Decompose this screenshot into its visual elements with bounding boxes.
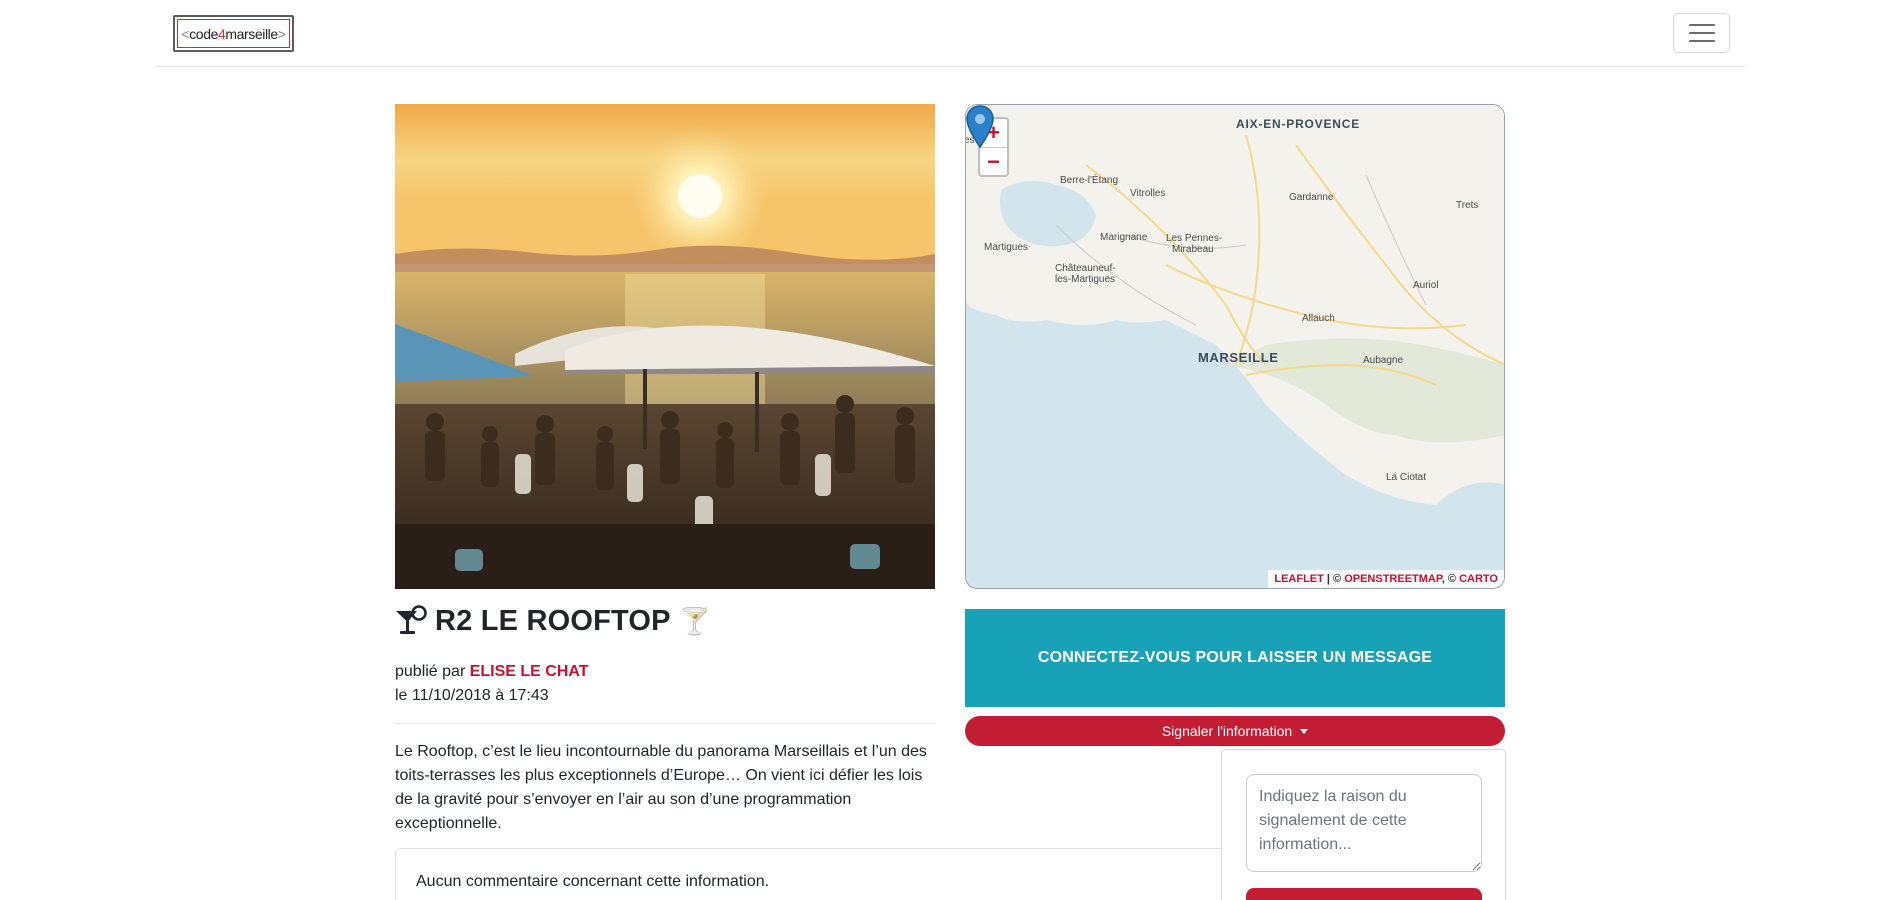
map-label-chateauneuf: Châteauneuf- xyxy=(1055,263,1116,274)
logo-open-bracket: < xyxy=(181,25,190,42)
site-logo[interactable]: < code 4 marseille > xyxy=(173,15,294,52)
map-label-berre: Berre-l'Étang xyxy=(1060,175,1119,186)
report-submit-button[interactable] xyxy=(1246,888,1482,900)
map-label-trets: Trets xyxy=(1456,200,1479,211)
post-description: Le Rooftop, c’est le lieu incontournable… xyxy=(395,743,927,832)
report-dropdown-menu xyxy=(1221,749,1506,900)
carto-link[interactable]: CARTO xyxy=(1459,573,1498,585)
map-label-aubagne: Aubagne xyxy=(1363,355,1404,366)
map-label-mirabeau: Mirabeau xyxy=(1172,244,1214,255)
hamburger-icon xyxy=(1688,24,1715,26)
caret-down-icon xyxy=(1300,728,1309,734)
map-label-les-martigues: les-Martigues xyxy=(1055,274,1116,285)
logo-code: code xyxy=(189,25,218,42)
osm-link[interactable]: OpenStreetMap xyxy=(1344,573,1442,585)
martini-emoji-icon: 🍸 xyxy=(678,605,712,636)
navbar-toggle-button[interactable] xyxy=(1673,13,1730,53)
report-reason-textarea[interactable] xyxy=(1246,774,1482,872)
rooftop-photo xyxy=(395,104,935,589)
map-label-allauch: Allauch xyxy=(1302,313,1335,324)
published-by-line: publié par ELISE LE CHAT xyxy=(395,660,589,684)
map-label-vitrolles: Vitrolles xyxy=(1130,188,1166,199)
post-meta: publié par ELISE LE CHAT le 11/10/2018 à… xyxy=(395,660,589,708)
map-label-martigues: Martigues xyxy=(984,242,1028,253)
report-dropdown-button[interactable]: Signaler l'information xyxy=(965,716,1505,746)
map-label-pennes: Les Pennes- xyxy=(1166,233,1223,244)
report-button-label: Signaler l'information xyxy=(1161,723,1293,739)
zoom-out-button[interactable]: − xyxy=(980,147,1007,175)
logo-four: 4 xyxy=(217,25,226,42)
post-title: R2 LE ROOFTOP xyxy=(435,604,671,637)
map-label-auriol: Auriol xyxy=(1413,280,1439,291)
post-date: le 11/10/2018 à 17:43 xyxy=(395,687,549,704)
leaflet-link[interactable]: Leaflet xyxy=(1274,573,1324,585)
location-map[interactable]: + − es AIX-EN-PROVENCE Berre-l'Étang Vit… xyxy=(965,104,1505,589)
map-label-marignane: Marignane xyxy=(1100,232,1148,243)
logo-city: marseille xyxy=(225,25,278,42)
logo-close-bracket: > xyxy=(277,25,286,42)
published-by-prefix: publié par xyxy=(395,663,470,680)
cocktail-icon xyxy=(396,605,427,634)
map-label-gardanne: Gardanne xyxy=(1289,192,1334,203)
author-link[interactable]: ELISE LE CHAT xyxy=(470,663,589,680)
login-to-comment-button[interactable]: CONNECTEZ-VOUS POUR LAISSER UN MESSAGE xyxy=(965,609,1505,707)
comments-box: Aucun commentaire concernant cette infor… xyxy=(395,848,1255,900)
no-comments-text: Aucun commentaire concernant cette infor… xyxy=(416,873,770,890)
divider xyxy=(395,723,935,724)
map-label-la-ciotat: La Ciotat xyxy=(1386,472,1427,483)
post-title-row: R2 LE ROOFTOP 🍸 xyxy=(395,600,711,642)
navbar: < code 4 marseille > xyxy=(155,0,1745,67)
map-label-marseille: MARSEILLE xyxy=(1198,350,1279,365)
map-attribution: Leaflet | © OpenStreetMap, © CARTO xyxy=(1268,570,1504,588)
map-marker-icon[interactable] xyxy=(966,105,994,149)
map-label-aix: AIX-EN-PROVENCE xyxy=(1236,117,1361,131)
